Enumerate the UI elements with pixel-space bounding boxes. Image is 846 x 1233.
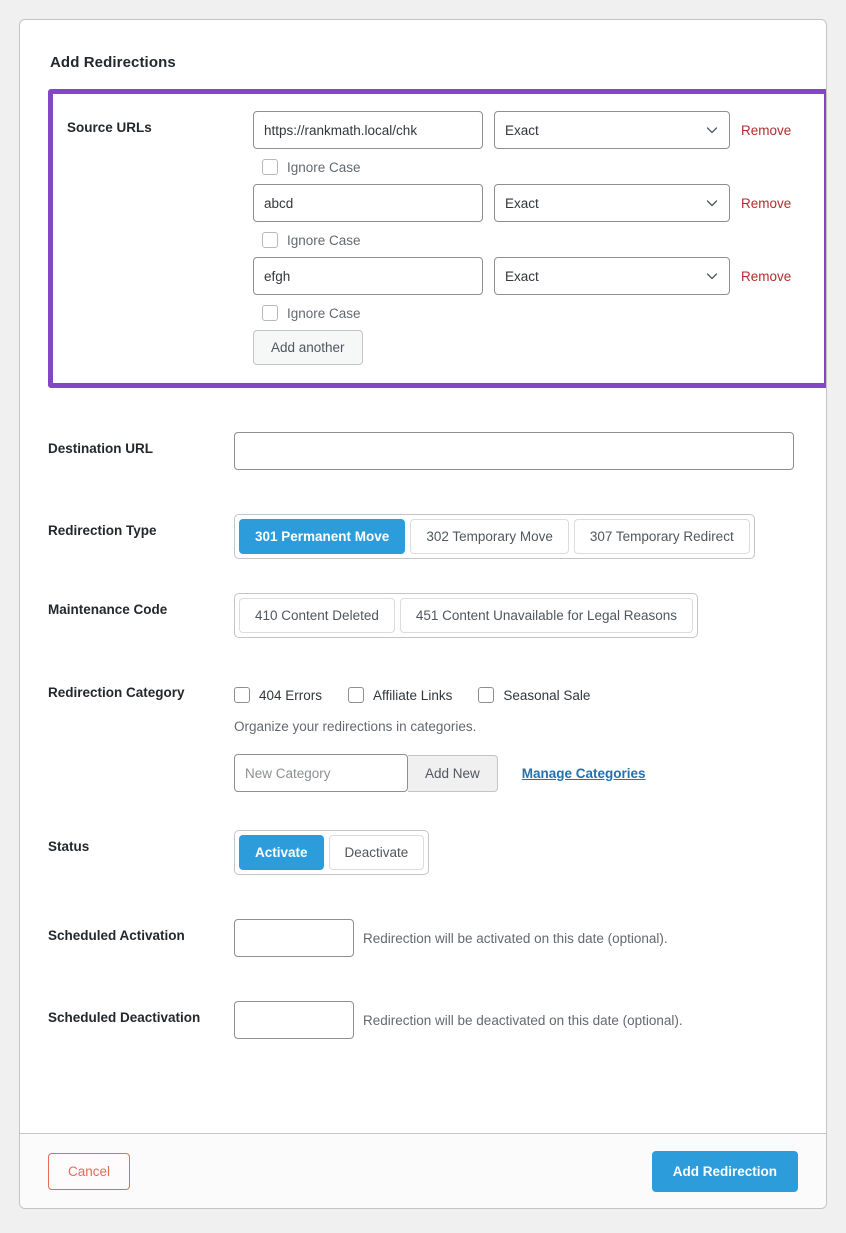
status-activate-button[interactable]: Activate bbox=[239, 835, 324, 870]
category-checkbox-affiliate-links[interactable]: Affiliate Links bbox=[348, 687, 452, 703]
scheduled-deactivation-note: Redirection will be deactivated on this … bbox=[363, 1012, 683, 1028]
match-type-select-wrapper: Exact bbox=[494, 111, 730, 149]
status-field: Activate Deactivate bbox=[234, 830, 798, 875]
card-body: Add Redirections Source URLs Exact bbox=[20, 20, 826, 1039]
status-label: Status bbox=[48, 839, 90, 854]
ignore-case-checkbox[interactable] bbox=[262, 159, 278, 175]
redirection-category-field: 404 Errors Affiliate Links Seasonal Sale… bbox=[234, 676, 798, 792]
add-redirections-card: Add Redirections Source URLs Exact bbox=[19, 19, 827, 1209]
remove-source-url-link[interactable]: Remove bbox=[741, 123, 791, 138]
category-checkbox-list: 404 Errors Affiliate Links Seasonal Sale bbox=[234, 676, 798, 703]
remove-source-url-link[interactable]: Remove bbox=[741, 269, 791, 284]
scheduled-activation-label: Scheduled Activation bbox=[48, 928, 185, 943]
match-type-select-wrapper: Exact bbox=[494, 184, 730, 222]
remove-source-url-link[interactable]: Remove bbox=[741, 196, 791, 211]
redirection-type-307-button[interactable]: 307 Temporary Redirect bbox=[573, 519, 750, 554]
add-new-category-button[interactable]: Add New bbox=[408, 754, 498, 792]
scheduled-deactivation-label: Scheduled Deactivation bbox=[48, 1010, 201, 1025]
maintenance-code-410-button[interactable]: 410 Content Deleted bbox=[239, 598, 395, 633]
add-another-button[interactable]: Add another bbox=[253, 330, 363, 365]
ignore-case-row[interactable]: Ignore Case bbox=[262, 305, 824, 321]
redirection-category-row: Redirection Category 404 Errors Affiliat… bbox=[48, 676, 798, 792]
new-category-line: Add New Manage Categories bbox=[234, 754, 798, 792]
ignore-case-checkbox[interactable] bbox=[262, 305, 278, 321]
cancel-button[interactable]: Cancel bbox=[48, 1152, 131, 1190]
source-urls-label: Source URLs bbox=[67, 120, 152, 135]
category-helper-note: Organize your redirections in categories… bbox=[234, 719, 477, 734]
scheduled-activation-note: Redirection will be activated on this da… bbox=[363, 930, 668, 946]
redirection-category-label: Redirection Category bbox=[48, 685, 185, 700]
scheduled-activation-line: Redirection will be activated on this da… bbox=[234, 919, 798, 957]
manage-categories-link[interactable]: Manage Categories bbox=[522, 766, 646, 781]
scheduled-activation-input[interactable] bbox=[234, 919, 354, 957]
scheduled-deactivation-field: Redirection will be deactivated on this … bbox=[234, 1001, 798, 1039]
scheduled-deactivation-line: Redirection will be deactivated on this … bbox=[234, 1001, 798, 1039]
match-type-select[interactable]: Exact bbox=[494, 111, 730, 149]
category-checkbox-404-errors[interactable]: 404 Errors bbox=[234, 687, 322, 703]
maintenance-code-button-group: 410 Content Deleted 451 Content Unavaila… bbox=[234, 593, 699, 638]
category-checkbox-box[interactable] bbox=[478, 687, 495, 703]
source-url-input[interactable] bbox=[253, 257, 483, 295]
maintenance-code-row: Maintenance Code 410 Content Deleted 451… bbox=[48, 593, 798, 638]
redirection-type-field: 301 Permanent Move 302 Temporary Move 30… bbox=[234, 514, 798, 559]
source-url-input[interactable] bbox=[253, 184, 483, 222]
destination-url-input[interactable] bbox=[234, 432, 794, 470]
maintenance-code-451-button[interactable]: 451 Content Unavailable for Legal Reason… bbox=[399, 598, 694, 633]
maintenance-code-label: Maintenance Code bbox=[48, 602, 168, 617]
redirection-type-301-button[interactable]: 301 Permanent Move bbox=[239, 519, 406, 554]
source-url-input[interactable] bbox=[253, 111, 483, 149]
match-type-select-wrapper: Exact bbox=[494, 257, 730, 295]
category-checkbox-label: Seasonal Sale bbox=[503, 687, 591, 703]
category-checkbox-label: 404 Errors bbox=[259, 687, 323, 703]
redirection-type-button-group: 301 Permanent Move 302 Temporary Move 30… bbox=[234, 514, 755, 559]
destination-url-field bbox=[234, 432, 798, 470]
redirection-type-row: Redirection Type 301 Permanent Move 302 … bbox=[48, 514, 798, 559]
card-footer: Cancel Add Redirection bbox=[20, 1133, 826, 1208]
page-container: Add Redirections Source URLs Exact bbox=[0, 0, 846, 1209]
ignore-case-row[interactable]: Ignore Case bbox=[262, 159, 824, 175]
scheduled-deactivation-row: Scheduled Deactivation Redirection will … bbox=[48, 1001, 798, 1039]
status-deactivate-button[interactable]: Deactivate bbox=[328, 835, 425, 870]
ignore-case-label: Ignore Case bbox=[287, 159, 361, 175]
page-title: Add Redirections bbox=[50, 54, 176, 71]
match-type-select[interactable]: Exact bbox=[494, 184, 730, 222]
destination-url-row: Destination URL bbox=[48, 432, 798, 470]
ignore-case-checkbox[interactable] bbox=[262, 232, 278, 248]
maintenance-code-field: 410 Content Deleted 451 Content Unavaila… bbox=[234, 593, 798, 638]
category-checkbox-seasonal-sale[interactable]: Seasonal Sale bbox=[478, 687, 590, 703]
match-type-select[interactable]: Exact bbox=[494, 257, 730, 295]
destination-url-label: Destination URL bbox=[48, 441, 154, 456]
source-url-row: Exact Remove bbox=[253, 184, 824, 222]
status-button-group: Activate Deactivate bbox=[234, 830, 430, 875]
category-checkbox-box[interactable] bbox=[234, 687, 250, 703]
source-urls-fields: Exact Remove Ignore Case bbox=[253, 111, 824, 365]
ignore-case-row[interactable]: Ignore Case bbox=[262, 232, 824, 248]
redirection-type-302-button[interactable]: 302 Temporary Move bbox=[410, 519, 569, 554]
status-row: Status Activate Deactivate bbox=[48, 830, 798, 875]
source-url-row: Exact Remove bbox=[253, 111, 824, 149]
scheduled-deactivation-input[interactable] bbox=[234, 1001, 354, 1039]
source-urls-highlight-box: Source URLs Exact bbox=[48, 89, 826, 388]
category-checkbox-label: Affiliate Links bbox=[373, 687, 453, 703]
source-url-row: Exact Remove bbox=[253, 257, 824, 295]
scheduled-activation-field: Redirection will be activated on this da… bbox=[234, 919, 798, 957]
add-redirection-button[interactable]: Add Redirection bbox=[651, 1150, 798, 1192]
ignore-case-label: Ignore Case bbox=[287, 232, 361, 248]
ignore-case-label: Ignore Case bbox=[287, 305, 361, 321]
category-checkbox-box[interactable] bbox=[348, 687, 365, 703]
new-category-input[interactable] bbox=[234, 754, 408, 792]
source-urls-row: Source URLs Exact bbox=[53, 111, 824, 365]
scheduled-activation-row: Scheduled Activation Redirection will be… bbox=[48, 919, 798, 957]
redirection-type-label: Redirection Type bbox=[48, 523, 157, 538]
